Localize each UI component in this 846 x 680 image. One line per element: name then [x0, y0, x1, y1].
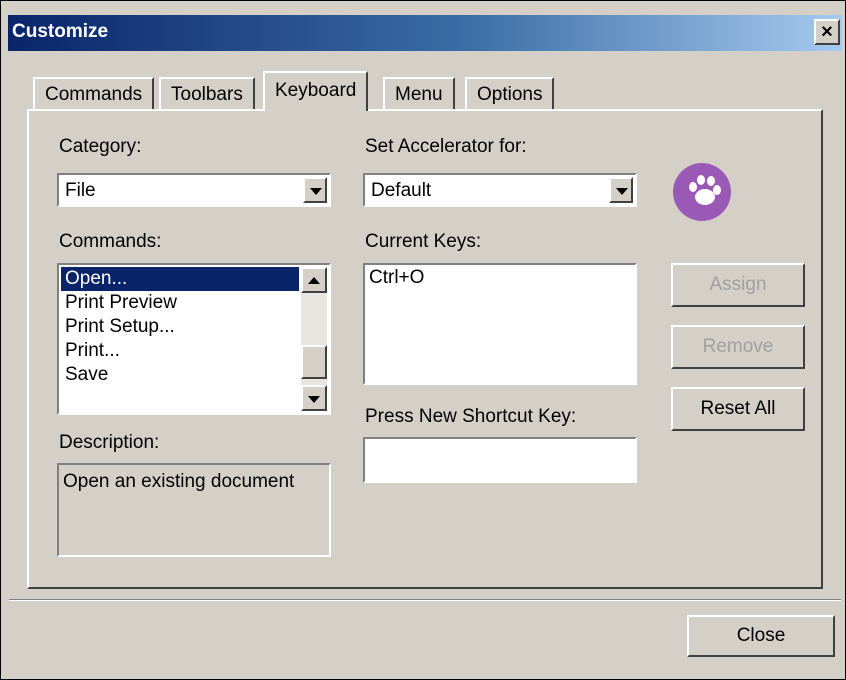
shortcut-input[interactable]: [363, 437, 637, 483]
description-box: Open an existing document: [57, 463, 331, 557]
assign-button[interactable]: Assign: [671, 263, 805, 307]
accelerator-label: Set Accelerator for:: [365, 136, 527, 157]
chevron-down-icon: [310, 188, 322, 195]
accelerator-select[interactable]: Default: [363, 173, 637, 207]
list-item[interactable]: Ctrl+O: [369, 267, 424, 289]
list-item[interactable]: Open...: [61, 267, 299, 291]
tab-commands[interactable]: Commands: [33, 77, 155, 109]
tab-menu[interactable]: Menu: [383, 77, 455, 109]
category-label: Category:: [59, 136, 142, 157]
list-item[interactable]: Print Setup...: [61, 315, 299, 339]
accelerator-dropdown-button[interactable]: [609, 177, 633, 203]
accelerator-value: Default: [371, 180, 432, 201]
current-keys-list[interactable]: Ctrl+O: [363, 263, 637, 385]
close-button[interactable]: Close: [687, 615, 835, 657]
paw-icon: [673, 163, 731, 221]
commands-items: Open... Print Preview Print Setup... Pri…: [61, 267, 299, 387]
description-label: Description:: [59, 432, 160, 453]
list-item[interactable]: Print...: [61, 339, 299, 363]
category-dropdown-button[interactable]: [303, 177, 327, 203]
remove-button[interactable]: Remove: [671, 325, 805, 369]
reset-all-button[interactable]: Reset All: [671, 387, 805, 431]
description-text: Open an existing document: [63, 471, 295, 492]
list-item[interactable]: Print Preview: [61, 291, 299, 315]
commands-label: Commands:: [59, 231, 162, 252]
commands-list[interactable]: Open... Print Preview Print Setup... Pri…: [57, 263, 331, 415]
paw-icon-graphic: [689, 175, 721, 205]
commands-scrollbar[interactable]: [301, 267, 327, 411]
tab-toolbars[interactable]: Toolbars: [159, 77, 255, 109]
chevron-down-icon: [308, 396, 320, 403]
tab-options[interactable]: Options: [465, 77, 555, 109]
chevron-down-icon: [616, 188, 628, 195]
title-bar: Customize ×: [8, 15, 842, 51]
chevron-up-icon: [308, 277, 320, 284]
list-item[interactable]: Save: [61, 363, 299, 387]
scroll-thumb[interactable]: [301, 345, 327, 379]
close-icon[interactable]: ×: [814, 19, 840, 45]
separator: [9, 599, 841, 601]
window-title: Customize: [12, 21, 109, 42]
scroll-up-button[interactable]: [301, 267, 327, 293]
customize-dialog: Customize × Commands Toolbars Keyboard M…: [0, 0, 846, 680]
tab-keyboard[interactable]: Keyboard: [263, 71, 369, 111]
category-value: File: [65, 180, 96, 201]
category-select[interactable]: File: [57, 173, 331, 207]
scroll-down-button[interactable]: [301, 385, 327, 411]
current-keys-label: Current Keys:: [365, 231, 482, 252]
shortcut-label: Press New Shortcut Key:: [365, 406, 577, 427]
